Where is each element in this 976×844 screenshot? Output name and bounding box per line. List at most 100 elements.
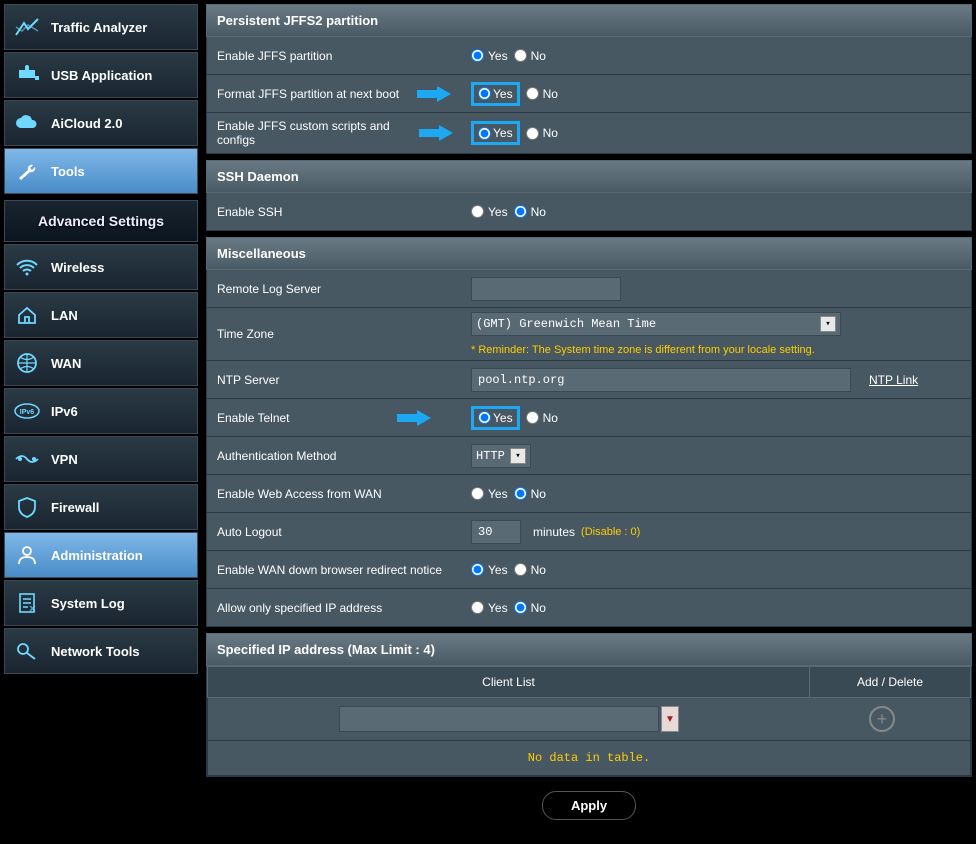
col-add-delete: Add / Delete [810,667,970,697]
radio-web-wan-no[interactable]: No [514,487,546,501]
sidebar-item-firewall[interactable]: Firewall [4,484,198,530]
nav-label: Network Tools [51,644,140,659]
sidebar-item-tools[interactable]: Tools [4,148,198,194]
row-spec-ip: Allow only specified IP address Yes No [206,589,972,627]
log-icon [13,591,41,615]
auto-logout-input[interactable] [471,520,521,544]
timezone-select[interactable]: (GMT) Greenwich Mean Time ▾ [471,312,841,336]
sidebar-item-ipv6[interactable]: IPv6 IPv6 [4,388,198,434]
ntp-input[interactable] [471,368,851,392]
col-client-list: Client List [208,667,810,697]
cloud-icon [13,111,41,135]
arrow-icon [417,86,451,102]
radio-enable-ssh-no[interactable]: No [514,205,546,219]
row-web-wan: Enable Web Access from WAN Yes No [206,475,972,513]
chevron-down-icon: ▾ [820,316,836,332]
radio-format-jffs-yes[interactable]: Yes [471,82,520,106]
radio-enable-jffs-no[interactable]: No [514,49,546,63]
minutes-label: minutes [533,525,575,539]
wifi-icon [13,255,41,279]
chevron-down-icon: ▾ [510,448,526,464]
admin-icon [13,543,41,567]
content: Persistent JFFS2 partition Enable JFFS p… [206,4,972,826]
row-format-jffs: Format JFFS partition at next boot Yes N… [206,75,972,113]
row-enable-ssh: Enable SSH Yes No [206,193,972,231]
nav-label: Wireless [51,260,104,275]
wrench-icon [13,159,41,183]
sidebar-item-wan[interactable]: WAN [4,340,198,386]
vpn-icon [13,447,41,471]
sidebar: Traffic Analyzer USB Application AiCloud… [4,4,198,826]
auto-logout-hint: (Disable : 0) [581,526,640,538]
home-icon [13,303,41,327]
radio-enable-jffs-yes[interactable]: Yes [471,49,508,63]
ssh-section-title: SSH Daemon [206,160,972,193]
label-auth-method: Authentication Method [207,443,465,469]
arrow-icon [419,125,451,141]
sidebar-item-lan[interactable]: LAN [4,292,198,338]
chart-icon [13,15,41,39]
auth-method-select[interactable]: HTTP ▾ [471,444,531,468]
apply-button[interactable]: Apply [542,791,636,820]
row-timezone: Time Zone (GMT) Greenwich Mean Time ▾ * … [206,308,972,361]
radio-enable-ssh-yes[interactable]: Yes [471,205,508,219]
timezone-hint: * Reminder: The System time zone is diff… [471,344,815,356]
radio-jffs-scripts-no[interactable]: No [526,126,558,140]
advanced-settings-title: Advanced Settings [4,200,198,242]
row-auto-logout: Auto Logout minutes (Disable : 0) [206,513,972,551]
radio-jffs-scripts-yes[interactable]: Yes [471,121,520,145]
label-ntp: NTP Server [207,367,465,393]
label-auto-logout: Auto Logout [207,519,465,545]
radio-web-wan-yes[interactable]: Yes [471,487,508,501]
radio-spec-ip-yes[interactable]: Yes [471,601,508,615]
row-wan-down: Enable WAN down browser redirect notice … [206,551,972,589]
nav-label: IPv6 [51,404,78,419]
ntp-link[interactable]: NTP Link [869,373,918,387]
radio-spec-ip-no[interactable]: No [514,601,546,615]
radio-wan-down-no[interactable]: No [514,563,546,577]
label-enable-jffs: Enable JFFS partition [207,43,465,69]
label-spec-ip: Allow only specified IP address [207,595,465,621]
nav-label: Traffic Analyzer [51,20,147,35]
row-ntp: NTP Server NTP Link [206,361,972,399]
label-telnet: Enable Telnet [217,411,290,425]
sidebar-item-aicloud[interactable]: AiCloud 2.0 [4,100,198,146]
sidebar-item-traffic-analyzer[interactable]: Traffic Analyzer [4,4,198,50]
arrow-icon [397,410,431,426]
row-auth-method: Authentication Method HTTP ▾ [206,437,972,475]
nav-label: USB Application [51,68,152,83]
label-web-wan: Enable Web Access from WAN [207,481,465,507]
nav-label: VPN [51,452,78,467]
radio-format-jffs-no[interactable]: No [526,87,558,101]
radio-telnet-no[interactable]: No [526,411,558,425]
jffs-section-title: Persistent JFFS2 partition [206,4,972,37]
globe-icon [13,351,41,375]
client-ip-input[interactable] [339,706,659,732]
nav-label: Firewall [51,500,99,515]
shield-icon [13,495,41,519]
nav-label: Administration [51,548,143,563]
row-enable-jffs: Enable JFFS partition Yes No [206,37,972,75]
sidebar-item-administration[interactable]: Administration [4,532,198,578]
nettools-icon [13,639,41,663]
label-timezone: Time Zone [207,321,465,347]
nav-label: AiCloud 2.0 [51,116,123,131]
sidebar-item-network-tools[interactable]: Network Tools [4,628,198,674]
label-jffs-scripts: Enable JFFS custom scripts and configs [217,119,419,147]
label-wan-down: Enable WAN down browser redirect notice [207,557,465,583]
ipv6-icon: IPv6 [13,399,41,423]
label-format-jffs: Format JFFS partition at next boot [217,87,399,101]
client-dropdown-button[interactable]: ▼ [661,706,679,732]
svg-text:IPv6: IPv6 [20,409,35,416]
sidebar-item-system-log[interactable]: System Log [4,580,198,626]
remote-log-input[interactable] [471,277,621,301]
sidebar-item-usb-application[interactable]: USB Application [4,52,198,98]
radio-wan-down-yes[interactable]: Yes [471,563,508,577]
add-ip-button[interactable]: + [869,706,895,732]
iptable-section-title: Specified IP address (Max Limit : 4) [206,633,972,666]
sidebar-item-vpn[interactable]: VPN [4,436,198,482]
row-telnet: Enable Telnet Yes No [206,399,972,437]
label-enable-ssh: Enable SSH [207,199,465,225]
sidebar-item-wireless[interactable]: Wireless [4,244,198,290]
radio-telnet-yes[interactable]: Yes [471,406,520,430]
